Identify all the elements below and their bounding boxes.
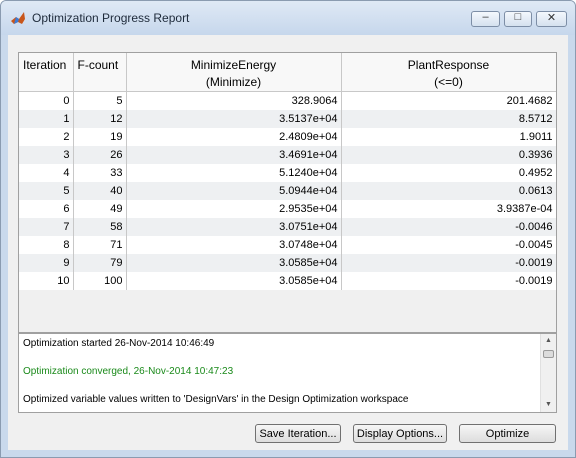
cell-fcount: 79 [73, 254, 127, 272]
scroll-down-arrow-icon[interactable]: ▼ [541, 398, 556, 412]
table-empty-row [19, 308, 556, 326]
cell-fcount: 12 [73, 110, 127, 128]
cell-minimize-energy: 3.0751e+04 [126, 218, 342, 236]
log-line-written: Optimized variable values written to 'De… [23, 394, 409, 405]
table-empty-row [19, 290, 556, 308]
cell-iteration: 9 [19, 254, 74, 272]
table-row[interactable]: 3 26 3.4691e+04 0.3936 [19, 146, 556, 164]
table-row[interactable]: 2 19 2.4809e+04 1.9011 [19, 128, 556, 146]
table-row[interactable]: 8 71 3.0748e+04 -0.0045 [19, 236, 556, 254]
cell-minimize-energy: 328.9064 [126, 91, 342, 110]
cell-minimize-energy: 5.1240e+04 [126, 164, 342, 182]
cell-iteration: 1 [19, 110, 74, 128]
cell-plant-response: 0.4952 [341, 164, 556, 182]
cell-iteration: 6 [19, 200, 74, 218]
table-row[interactable]: 6 49 2.9535e+04 3.9387e-04 [19, 200, 556, 218]
scroll-up-arrow-icon[interactable]: ▲ [541, 334, 556, 348]
window-title: Optimization Progress Report [32, 11, 190, 25]
cell-minimize-energy: 5.0944e+04 [126, 182, 342, 200]
cell-minimize-energy: 3.5137e+04 [126, 110, 342, 128]
scroll-thumb[interactable] [543, 350, 554, 358]
cell-fcount: 58 [73, 218, 127, 236]
cell-iteration: 3 [19, 146, 74, 164]
cell-iteration: 5 [19, 182, 74, 200]
column-header-minimize-energy[interactable]: MinimizeEnergy (Minimize) [126, 53, 342, 92]
cell-iteration: 0 [19, 91, 74, 110]
close-button[interactable]: ✕ [536, 11, 567, 27]
log-scrollbar[interactable]: ▲ ▼ [540, 334, 556, 412]
minimize-icon: – [482, 11, 489, 23]
cell-minimize-energy: 3.0585e+04 [126, 254, 342, 272]
cell-fcount: 71 [73, 236, 127, 254]
cell-plant-response: -0.0019 [341, 254, 556, 272]
cell-plant-response: 8.5712 [341, 110, 556, 128]
cell-plant-response: 201.4682 [341, 91, 556, 110]
optimize-button[interactable]: Optimize [459, 424, 556, 443]
cell-iteration: 10 [19, 272, 74, 290]
log-line-converged: Optimization converged, 26-Nov-2014 10:4… [23, 366, 234, 377]
cell-plant-response: 0.3936 [341, 146, 556, 164]
cell-fcount: 33 [73, 164, 127, 182]
cell-plant-response: -0.0046 [341, 218, 556, 236]
table-row[interactable]: 1 12 3.5137e+04 8.5712 [19, 110, 556, 128]
cell-plant-response: 1.9011 [341, 128, 556, 146]
cell-fcount: 100 [73, 272, 127, 290]
close-icon: ✕ [546, 12, 557, 24]
cell-fcount: 19 [73, 128, 127, 146]
cell-iteration: 8 [19, 236, 74, 254]
column-header-plant-response[interactable]: PlantResponse (<=0) [341, 53, 556, 92]
cell-minimize-energy: 2.9535e+04 [126, 200, 342, 218]
optimization-report-window: Optimization Progress Report – □ ✕ Itera… [0, 0, 576, 458]
minimize-button[interactable]: – [471, 11, 500, 27]
cell-plant-response: 3.9387e-04 [341, 200, 556, 218]
iteration-table: Iteration F-count MinimizeEnergy (Minimiz… [18, 52, 557, 333]
cell-fcount: 5 [73, 91, 127, 110]
title-bar: Optimization Progress Report – □ ✕ [1, 1, 575, 35]
cell-minimize-energy: 3.0585e+04 [126, 272, 342, 290]
cell-iteration: 4 [19, 164, 74, 182]
cell-plant-response: 0.0613 [341, 182, 556, 200]
table-row[interactable]: 7 58 3.0751e+04 -0.0046 [19, 218, 556, 236]
table-row[interactable]: 9 79 3.0585e+04 -0.0019 [19, 254, 556, 272]
column-header-iteration[interactable]: Iteration [19, 53, 74, 92]
log-panel[interactable]: Optimization started 26-Nov-2014 10:46:4… [18, 333, 557, 413]
table-row[interactable]: 4 33 5.1240e+04 0.4952 [19, 164, 556, 182]
table-header-row: Iteration F-count MinimizeEnergy (Minimiz… [19, 53, 556, 92]
display-options-button[interactable]: Display Options... [353, 424, 447, 443]
log-line-started: Optimization started 26-Nov-2014 10:46:4… [23, 338, 215, 349]
cell-plant-response: -0.0045 [341, 236, 556, 254]
cell-minimize-energy: 3.0748e+04 [126, 236, 342, 254]
cell-minimize-energy: 3.4691e+04 [126, 146, 342, 164]
table-row[interactable]: 0 5 328.9064 201.4682 [19, 91, 556, 110]
maximize-button[interactable]: □ [504, 11, 532, 27]
column-header-fcount[interactable]: F-count [73, 53, 127, 92]
cell-minimize-energy: 2.4809e+04 [126, 128, 342, 146]
client-area: Iteration F-count MinimizeEnergy (Minimiz… [8, 35, 568, 450]
cell-plant-response: -0.0019 [341, 272, 556, 290]
cell-fcount: 26 [73, 146, 127, 164]
table-row[interactable]: 10 100 3.0585e+04 -0.0019 [19, 272, 556, 290]
cell-iteration: 7 [19, 218, 74, 236]
cell-iteration: 2 [19, 128, 74, 146]
matlab-icon [11, 12, 25, 24]
table-row[interactable]: 5 40 5.0944e+04 0.0613 [19, 182, 556, 200]
maximize-icon: □ [514, 11, 522, 23]
cell-fcount: 40 [73, 182, 127, 200]
save-iteration-button[interactable]: Save Iteration... [255, 424, 341, 443]
cell-fcount: 49 [73, 200, 127, 218]
